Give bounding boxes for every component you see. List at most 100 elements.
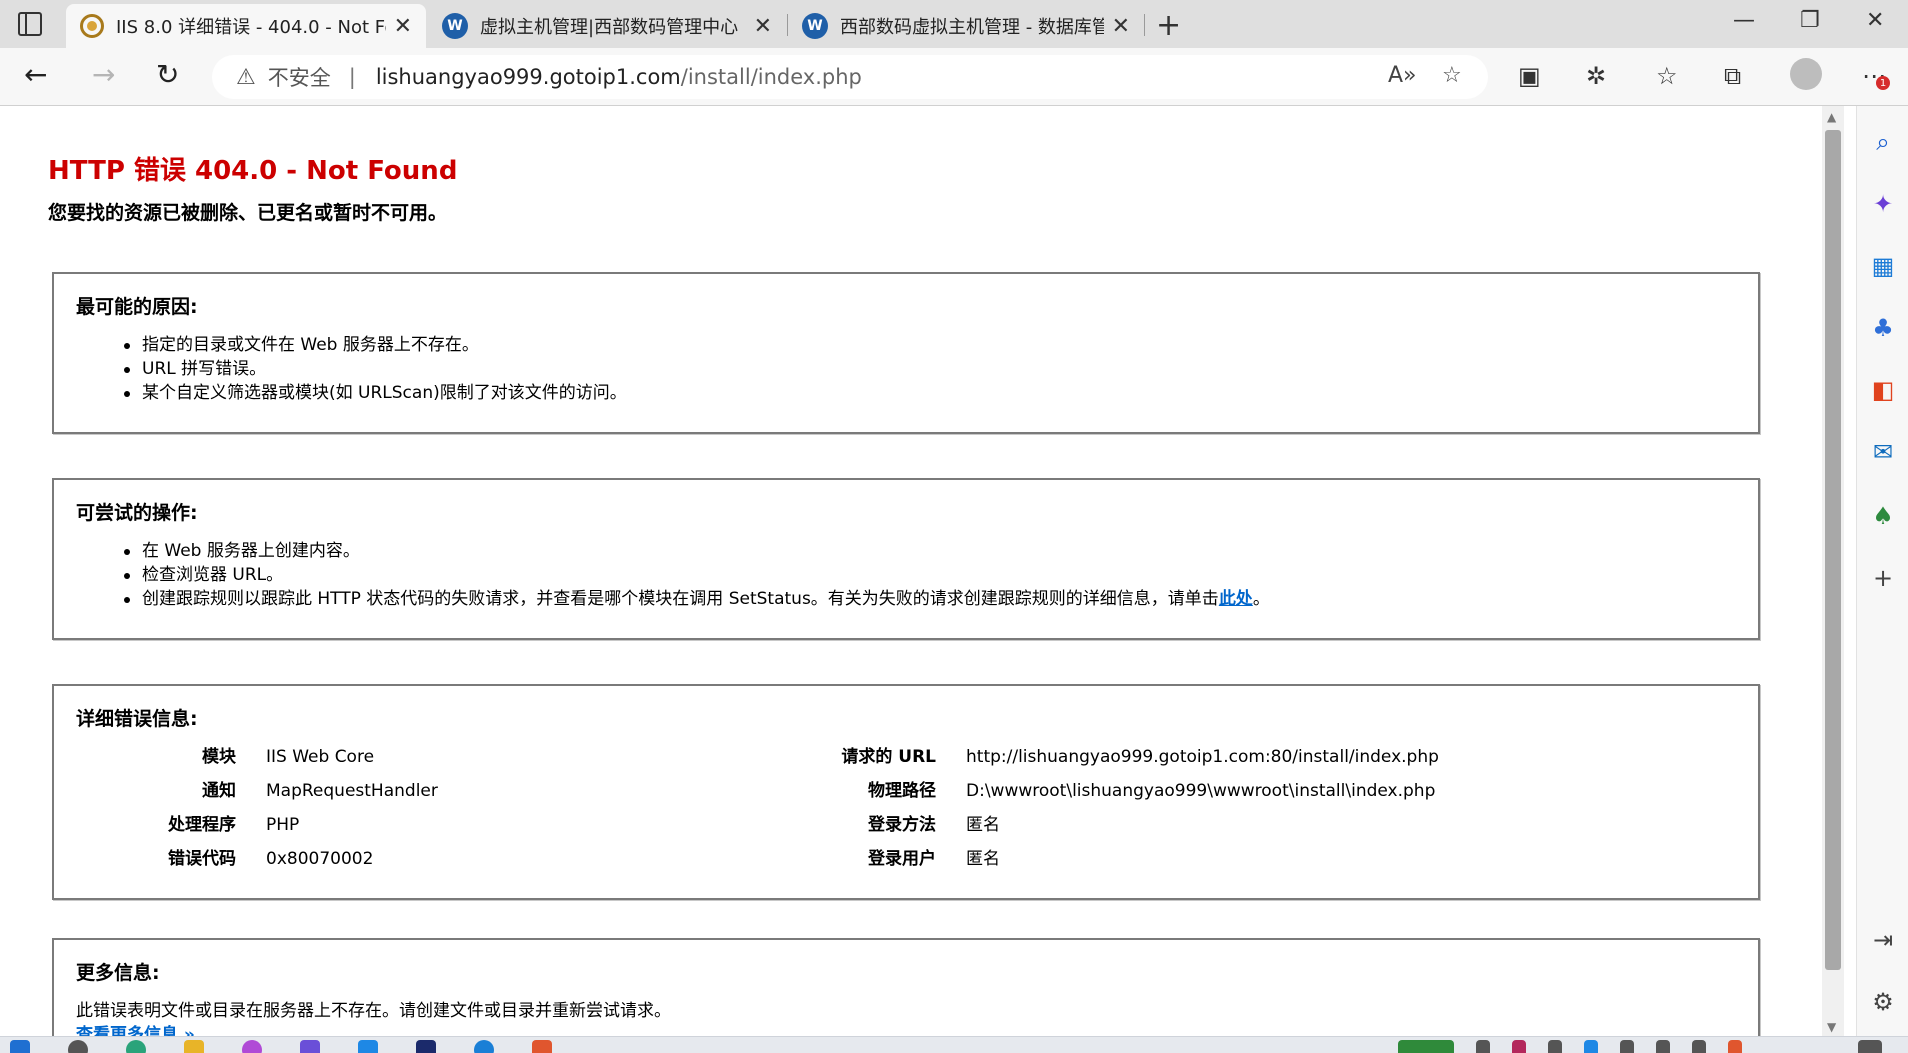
- refresh-button[interactable]: ↻: [156, 58, 179, 91]
- games-icon[interactable]: ♣: [1869, 314, 1897, 342]
- list-item: URL 拼写错误。: [120, 357, 1736, 381]
- search-taskbar-icon[interactable]: [68, 1040, 88, 1053]
- trace-rule-link[interactable]: 此处: [1219, 589, 1253, 609]
- more-info-box: 更多信息: 此错误表明文件或目录在服务器上不存在。请创建文件或目录并重新尝试请求…: [52, 938, 1760, 1036]
- split-screen-icon[interactable]: ▣: [1518, 62, 1541, 90]
- explorer-taskbar-icon[interactable]: [184, 1040, 204, 1053]
- new-tab-button[interactable]: +: [1156, 8, 1181, 43]
- add-favorite-icon[interactable]: ☆: [1442, 63, 1462, 88]
- details-box: 详细错误信息: 模块 IIS Web Core 请求的 URL http://l…: [52, 684, 1760, 900]
- extensions-icon[interactable]: ✲: [1586, 62, 1606, 90]
- app-taskbar-icon[interactable]: [532, 1040, 552, 1053]
- actions-heading: 可尝试的操作:: [76, 502, 198, 524]
- app-taskbar-icon[interactable]: [416, 1040, 436, 1053]
- handler-value: PHP: [266, 815, 300, 835]
- tab-title: 西部数码虚拟主机管理 - 数据库管理: [840, 17, 1104, 38]
- settings-icon[interactable]: ⚙: [1869, 988, 1897, 1016]
- west-favicon-icon: W: [442, 13, 468, 39]
- add-sidebar-icon[interactable]: +: [1869, 564, 1897, 592]
- page-content: HTTP 错误 404.0 - Not Found 您要找的资源已被删除、已更名…: [0, 106, 1822, 1036]
- security-label[interactable]: 不安全: [268, 62, 331, 92]
- app-taskbar-icon[interactable]: [242, 1040, 262, 1053]
- scroll-thumb[interactable]: [1825, 130, 1841, 970]
- actions-list: 在 Web 服务器上创建内容。 检查浏览器 URL。 创建跟踪规则以跟踪此 HT…: [76, 539, 1736, 611]
- tab-virtual-host[interactable]: W 虚拟主机管理|西部数码管理中心 ✕: [428, 4, 786, 48]
- tray-icon[interactable]: [1620, 1040, 1634, 1053]
- favorites-icon[interactable]: ☆: [1656, 62, 1678, 90]
- page-scrollbar[interactable]: ▲ ▼: [1822, 106, 1844, 1036]
- app-taskbar-icon[interactable]: [358, 1040, 378, 1053]
- logon-method-label: 登录方法: [868, 815, 936, 835]
- collections-icon[interactable]: ⧉: [1724, 62, 1741, 90]
- list-item: 检查浏览器 URL。: [120, 563, 1736, 587]
- address-bar[interactable]: ⚠ 不安全 | lishuangyao999.gotoip1.com /inst…: [212, 55, 1488, 99]
- tray-icon[interactable]: [1656, 1040, 1670, 1053]
- battery-icon: [1398, 1040, 1454, 1053]
- profile-avatar[interactable]: [1790, 58, 1822, 90]
- details-table: 模块 IIS Web Core 请求的 URL http://lishuangy…: [76, 745, 1736, 871]
- url-path: /install/index.php: [680, 65, 862, 89]
- address-divider: |: [348, 65, 356, 89]
- more-info-heading: 更多信息:: [76, 962, 160, 984]
- logon-user-value: 匿名: [966, 849, 1000, 869]
- trace-end: 。: [1252, 589, 1270, 609]
- tab-title: IIS 8.0 详细错误 - 404.0 - Not Found: [116, 17, 386, 38]
- actions-box: 可尝试的操作: 在 Web 服务器上创建内容。 检查浏览器 URL。 创建跟踪规…: [52, 478, 1760, 640]
- tray-icon[interactable]: [1476, 1040, 1490, 1053]
- tree-icon[interactable]: ♠: [1869, 502, 1897, 530]
- warning-icon: ⚠: [236, 64, 256, 90]
- tray-icon[interactable]: [1728, 1040, 1742, 1053]
- iis-favicon-icon: [80, 14, 104, 38]
- list-item: 指定的目录或文件在 Web 服务器上不存在。: [120, 333, 1736, 357]
- list-item: 在 Web 服务器上创建内容。: [120, 539, 1736, 563]
- request-url-label: 请求的 URL: [841, 747, 936, 767]
- tab-actions-icon[interactable]: [18, 12, 42, 36]
- causes-heading: 最可能的原因:: [76, 296, 198, 318]
- module-value: IIS Web Core: [266, 747, 375, 767]
- tray-icon[interactable]: [1512, 1040, 1526, 1053]
- details-heading: 详细错误信息:: [76, 708, 198, 730]
- app-taskbar-icon[interactable]: [474, 1040, 494, 1053]
- list-item: 创建跟踪规则以跟踪此 HTTP 状态代码的失败请求，并查看是哪个模块在调用 Se…: [120, 587, 1736, 611]
- logon-method-value: 匿名: [966, 815, 1000, 835]
- browser-toolbar: ← → ↻ ⚠ 不安全 | lishuangyao999.gotoip1.com…: [0, 48, 1908, 106]
- physical-path-value: D:\wwwroot\lishuangyao999\wwwroot\instal…: [966, 781, 1436, 801]
- error-code-value: 0x80070002: [266, 849, 374, 869]
- edge-sidebar: ⌕ ✦ ▦ ♣ ◧ ✉ ♠ + ⇥ ⚙: [1856, 106, 1908, 1036]
- search-icon[interactable]: ⌕: [1869, 128, 1897, 156]
- forward-button[interactable]: →: [92, 58, 115, 91]
- tab-iis-error[interactable]: IIS 8.0 详细错误 - 404.0 - Not Found ✕: [66, 4, 426, 48]
- tab-close-icon[interactable]: ✕: [1112, 14, 1130, 39]
- back-button[interactable]: ←: [24, 58, 47, 91]
- app-taskbar-icon[interactable]: [300, 1040, 320, 1053]
- tab-strip: IIS 8.0 详细错误 - 404.0 - Not Found ✕ W 虚拟主…: [0, 0, 1908, 48]
- tab-database[interactable]: W 西部数码虚拟主机管理 - 数据库管理 ✕: [788, 4, 1144, 48]
- trace-text: 创建跟踪规则以跟踪此 HTTP 状态代码的失败请求，并查看是哪个模块在调用 Se…: [142, 589, 1219, 609]
- start-icon[interactable]: [10, 1040, 30, 1053]
- tray-icon[interactable]: [1548, 1040, 1562, 1053]
- read-aloud-icon[interactable]: A»: [1388, 63, 1417, 88]
- notification-center-icon[interactable]: [1858, 1040, 1882, 1053]
- close-window-button[interactable]: ✕: [1866, 8, 1884, 33]
- more-info-link[interactable]: 查看更多信息 »: [76, 1023, 1736, 1036]
- tab-close-icon[interactable]: ✕: [394, 14, 412, 39]
- maximize-button[interactable]: ❐: [1800, 8, 1820, 33]
- shopping-icon[interactable]: ▦: [1869, 252, 1897, 280]
- edge-taskbar-icon[interactable]: [126, 1040, 146, 1053]
- tab-close-icon[interactable]: ✕: [754, 14, 772, 39]
- office-icon[interactable]: ◧: [1869, 376, 1897, 404]
- more-info-text: 此错误表明文件或目录在服务器上不存在。请创建文件或目录并重新尝试请求。: [76, 1001, 671, 1021]
- scroll-down-icon[interactable]: ▼: [1827, 1020, 1836, 1034]
- tab-title: 虚拟主机管理|西部数码管理中心: [480, 17, 739, 38]
- url-host: lishuangyao999.gotoip1.com: [375, 65, 681, 89]
- physical-path-label: 物理路径: [868, 781, 936, 801]
- hide-sidebar-icon[interactable]: ⇥: [1869, 926, 1897, 954]
- page-title: HTTP 错误 404.0 - Not Found: [48, 156, 458, 186]
- tray-icon[interactable]: [1692, 1040, 1706, 1053]
- tray-icon[interactable]: [1584, 1040, 1598, 1053]
- handler-label: 处理程序: [168, 815, 236, 835]
- minimize-button[interactable]: —: [1733, 8, 1755, 33]
- copilot-icon[interactable]: ✦: [1869, 190, 1897, 218]
- scroll-up-icon[interactable]: ▲: [1827, 110, 1836, 124]
- outlook-icon[interactable]: ✉: [1869, 438, 1897, 466]
